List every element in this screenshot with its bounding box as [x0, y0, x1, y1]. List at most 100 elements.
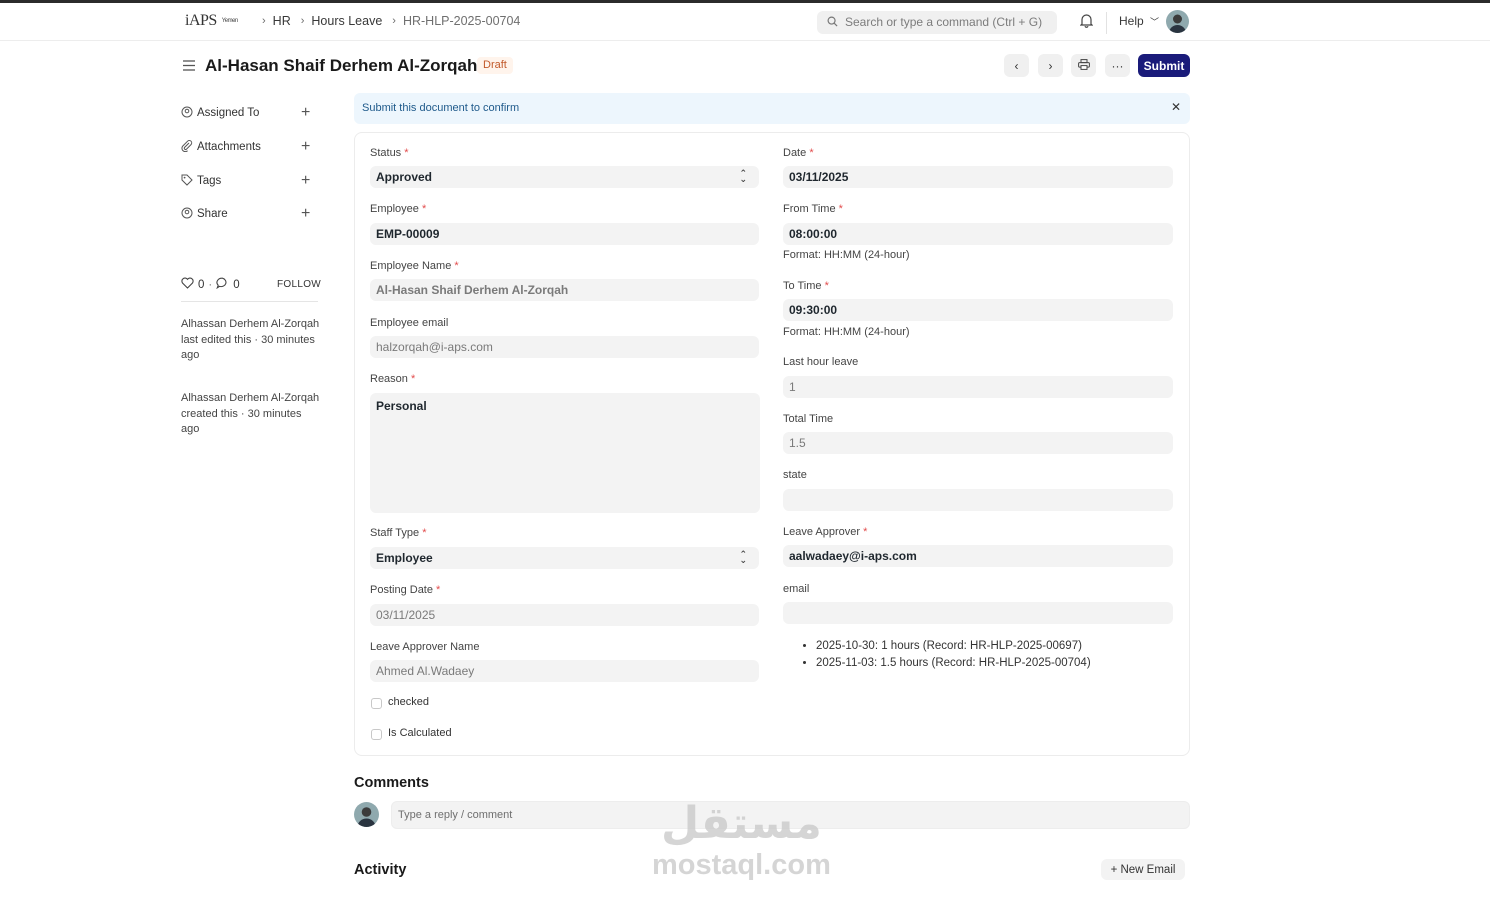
staff-type-value: Employee: [376, 551, 433, 565]
state-label: state: [783, 469, 807, 481]
employee-field[interactable]: EMP-00009: [370, 223, 759, 245]
reason-textarea[interactable]: Personal: [370, 393, 760, 513]
bell-icon[interactable]: [1079, 13, 1094, 31]
chevron-right-icon: ›: [1048, 58, 1053, 73]
employee-email-field: halzorqah@i-aps.com: [370, 336, 759, 358]
printer-icon: [1077, 58, 1090, 73]
separator-dot: ·: [208, 278, 213, 291]
employee-email-label: Employee email: [370, 317, 449, 329]
previous-button[interactable]: ‹: [1004, 54, 1029, 77]
add-tag-icon[interactable]: +: [301, 173, 310, 189]
paperclip-icon: [181, 139, 193, 155]
follow-button[interactable]: FOLLOW: [277, 279, 321, 290]
search-icon: [827, 16, 838, 30]
timeline-user[interactable]: Alhassan Derhem Al-Zorqah: [181, 317, 321, 333]
chevron-down-icon: ﹀: [1150, 17, 1160, 27]
sidebar-item-assigned-to[interactable]: Assigned To: [181, 105, 259, 121]
search-placeholder: Search or type a command (Ctrl + G): [845, 15, 1043, 29]
checked-checkbox[interactable]: [371, 698, 382, 709]
last-hour-leave-label: Last hour leave: [783, 356, 859, 368]
is-calculated-checkbox[interactable]: [371, 729, 382, 740]
sidebar-item-label: Tags: [197, 175, 222, 187]
to-time-hint: Format: HH:MM (24-hour): [783, 326, 910, 338]
share-icon: [181, 207, 193, 222]
leave-approver-field[interactable]: aalwadaey@i-aps.com: [783, 545, 1173, 567]
leave-approver-name-label: Leave Approver Name: [370, 641, 480, 653]
leave-approver-name-field: Ahmed Al.Wadaey: [370, 660, 759, 682]
total-time-label: Total Time: [783, 413, 834, 425]
select-caret-icon: ⌃ ⌄: [739, 168, 747, 184]
timeline-action: last edited this · 30 minutes ago: [181, 333, 315, 362]
breadcrumb-record[interactable]: HR-HLP-2025-00704: [403, 14, 520, 28]
date-field[interactable]: 03/11/2025: [783, 166, 1173, 188]
leave-history-list: 2025-10-30: 1 hours (Record: HR-HLP-2025…: [802, 638, 1091, 672]
status-value: Approved: [376, 170, 433, 184]
total-time-field: 1.5: [783, 432, 1173, 454]
logo-text: iAPS: [185, 12, 217, 29]
breadcrumb: › HR › Hours Leave › HR-HLP-2025-00704: [262, 14, 530, 28]
logo-subtext: Yemen: [221, 18, 238, 25]
list-item: 2025-10-30: 1 hours (Record: HR-HLP-2025…: [816, 638, 1091, 655]
close-icon[interactable]: ✕: [1171, 100, 1181, 114]
employee-name-field: Al-Hasan Shaif Derhem Al-Zorqah: [370, 279, 759, 301]
more-actions-button[interactable]: ···: [1105, 54, 1130, 77]
from-time-field[interactable]: 08:00:00: [783, 223, 1173, 245]
state-field[interactable]: [783, 489, 1173, 511]
staff-type-label: Staff Type *: [370, 527, 427, 539]
tag-icon: [181, 174, 193, 189]
search-input[interactable]: Search or type a command (Ctrl + G): [817, 11, 1057, 34]
status-select[interactable]: Approved ⌃ ⌄: [370, 166, 759, 188]
chevron-right-icon: ›: [392, 15, 396, 27]
submit-alert: Submit this document to confirm ✕: [354, 93, 1190, 124]
posting-date-field: 03/11/2025: [370, 604, 759, 626]
help-dropdown[interactable]: Help ﹀: [1119, 14, 1159, 28]
chevron-right-icon: ›: [300, 15, 305, 27]
sidebar-item-attachments[interactable]: Attachments: [181, 139, 261, 155]
app-logo[interactable]: iAPS Yemen: [185, 12, 238, 30]
timeline-action: created this · 30 minutes ago: [181, 407, 302, 436]
submit-button[interactable]: Submit: [1138, 54, 1190, 77]
email-field[interactable]: [783, 602, 1173, 624]
sidebar-item-label: Share: [197, 208, 228, 220]
breadcrumb-hr[interactable]: HR: [273, 14, 291, 28]
employee-label: Employee *: [370, 203, 427, 215]
new-email-button[interactable]: + New Email: [1101, 859, 1185, 880]
alert-text: Submit this document to confirm: [362, 102, 520, 114]
timeline-user[interactable]: Alhassan Derhem Al-Zorqah: [181, 391, 321, 407]
user-avatar[interactable]: [1166, 10, 1189, 33]
print-button[interactable]: [1071, 54, 1096, 77]
page-title: Al-Hasan Shaif Derhem Al-Zorqah: [205, 56, 478, 75]
add-assignee-icon[interactable]: +: [301, 105, 310, 121]
likes-count: 0: [198, 278, 205, 291]
breadcrumb-hours-leave[interactable]: Hours Leave: [311, 14, 382, 28]
staff-type-select[interactable]: Employee ⌃ ⌄: [370, 547, 759, 569]
comment-icon[interactable]: [216, 277, 229, 292]
add-share-icon[interactable]: +: [301, 206, 310, 222]
chevron-right-icon: ›: [262, 15, 266, 27]
sidebar-toggle-icon[interactable]: [183, 59, 195, 74]
sidebar-item-tags[interactable]: Tags: [181, 173, 221, 189]
timeline-item: Alhassan Derhem Al-Zorqah created this ·…: [181, 391, 321, 438]
to-time-field[interactable]: 09:30:00: [783, 299, 1173, 321]
activity-heading: Activity: [354, 862, 407, 878]
assign-icon: [181, 106, 193, 121]
add-attachment-icon[interactable]: +: [301, 139, 310, 155]
like-comment-stats: 0 · 0: [181, 277, 240, 292]
select-caret-icon: ⌃ ⌄: [739, 549, 747, 565]
heart-icon[interactable]: [181, 277, 194, 292]
help-label: Help: [1119, 14, 1144, 28]
next-button[interactable]: ›: [1038, 54, 1063, 77]
sidebar-item-share[interactable]: Share: [181, 206, 228, 222]
comments-heading: Comments: [354, 775, 429, 791]
from-time-label: From Time *: [783, 203, 843, 215]
last-hour-leave-field: 1: [783, 376, 1173, 398]
more-icon: ···: [1111, 58, 1124, 73]
email-label: email: [783, 583, 810, 595]
navbar-divider: [1106, 12, 1107, 34]
is-calculated-label: Is Calculated: [388, 727, 452, 739]
comment-input[interactable]: Type a reply / comment: [391, 801, 1190, 829]
sidebar-item-label: Attachments: [197, 141, 261, 153]
to-time-label: To Time *: [783, 280, 829, 292]
navbar: iAPS Yemen › HR › Hours Leave › HR-HLP-20…: [0, 3, 1490, 41]
status-badge: Draft: [477, 57, 513, 74]
